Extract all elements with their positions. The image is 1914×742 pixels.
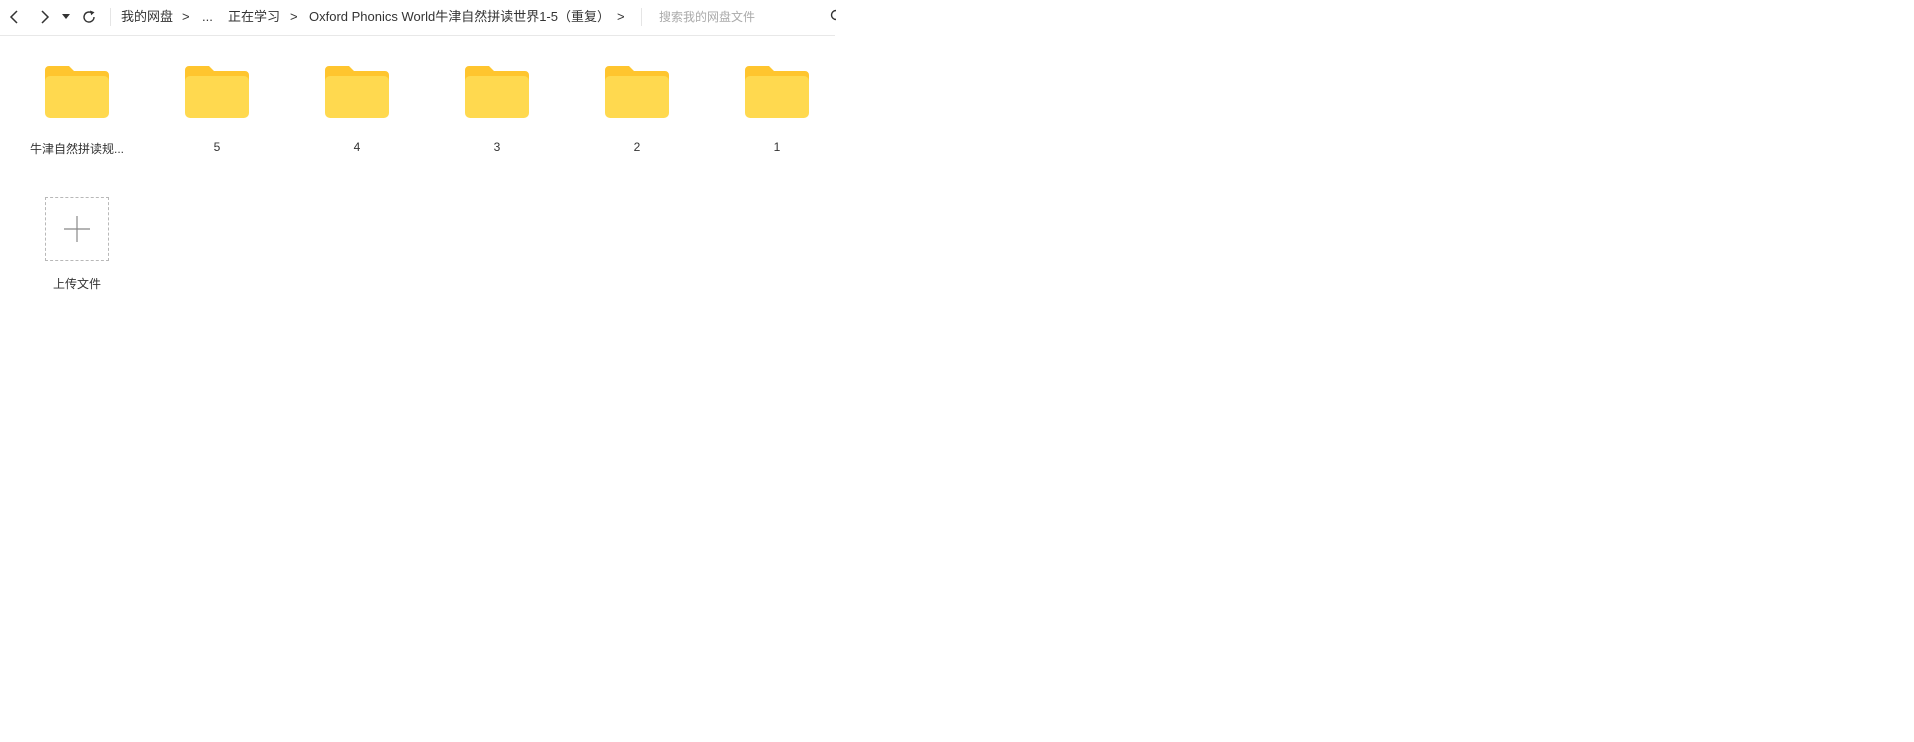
breadcrumb-item-current-folder[interactable]: Oxford Phonics World牛津自然拼读世界1-5（重复） [309,8,610,25]
toolbar-divider [641,8,642,26]
breadcrumb-separator: > [617,9,625,24]
back-button[interactable] [6,8,24,26]
folder-item[interactable]: 5 [155,36,279,162]
breadcrumb-item-ellipsis[interactable]: ... [202,8,213,25]
breadcrumb-separator: > [182,9,190,24]
folder-name: 牛津自然拼读规... [29,142,124,156]
breadcrumb-item-studying[interactable]: 正在学习 [228,8,280,25]
history-dropdown-button[interactable] [60,8,72,26]
folder-icon [45,66,109,118]
breadcrumb-item-my-drive[interactable]: 我的网盘 [121,8,173,25]
breadcrumb-separator: > [290,9,298,24]
upload-label[interactable]: 上传文件 [0,275,154,292]
folder-icon [745,66,809,118]
search-input[interactable] [655,6,843,28]
search-button[interactable] [830,9,836,23]
folder-icon [325,66,389,118]
toolbar: 我的网盘 > ... 正在学习 > Oxford Phonics World牛津… [0,0,843,36]
folder-item[interactable]: 2 [575,36,699,162]
refresh-button[interactable] [80,8,98,26]
folder-icon [605,66,669,118]
folder-item[interactable]: 1 [715,36,839,162]
toolbar-divider [110,8,111,26]
folder-name: 5 [213,140,221,154]
upload-button[interactable] [45,197,109,261]
folder-item[interactable]: 3 [435,36,559,162]
folder-name: 2 [633,140,641,154]
folder-name: 3 [493,140,501,154]
folder-item[interactable]: 牛津自然拼读规... [15,36,139,162]
chevron-left-icon [9,10,18,24]
refresh-icon [83,10,95,23]
folder-icon [185,66,249,118]
folder-icon [465,66,529,118]
caret-down-icon [62,14,70,19]
folder-item[interactable]: 4 [295,36,419,162]
folder-name: 4 [353,140,361,154]
chevron-right-icon [41,10,50,24]
forward-button[interactable] [36,8,54,26]
search-icon [830,9,836,21]
folder-name: 1 [773,140,781,154]
plus-icon [64,216,90,242]
